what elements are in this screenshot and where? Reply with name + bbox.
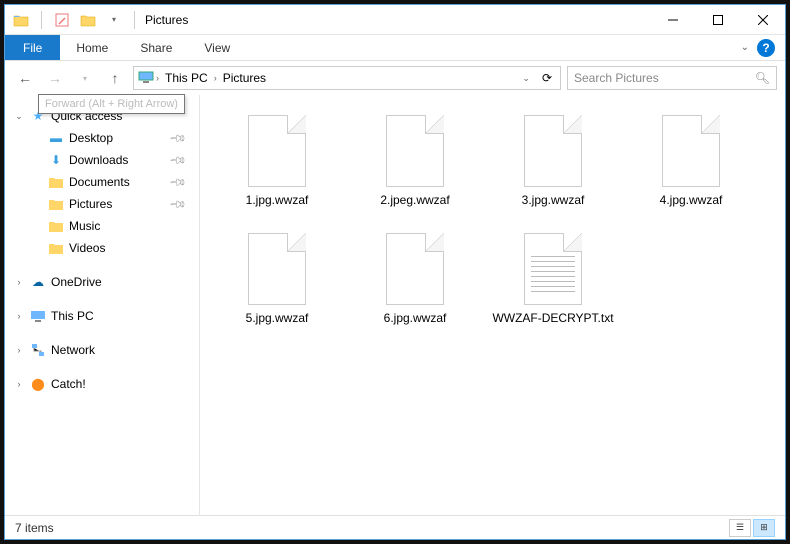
generic-file-icon [386, 233, 444, 305]
desktop-icon: ▬ [47, 130, 65, 146]
file-item[interactable]: 5.jpg.wwzaf [208, 225, 346, 343]
navigation-pane: ⌄★Quick access ▬Desktop📌︎ ⬇Downloads📌︎ D… [5, 95, 200, 515]
generic-file-icon [386, 115, 444, 187]
forward-tooltip: Forward (Alt + Right Arrow) [38, 94, 185, 114]
tree-catch[interactable]: ›⬤Catch! [5, 373, 199, 395]
pc-icon [29, 308, 47, 324]
tab-home[interactable]: Home [60, 35, 124, 60]
address-bar[interactable]: › This PC › Pictures ⌄ ⟳ [133, 66, 561, 90]
videos-icon [47, 240, 65, 256]
view-details-button[interactable]: ☰ [729, 519, 751, 537]
pictures-icon [47, 196, 65, 212]
file-label: 3.jpg.wwzaf [522, 193, 585, 209]
text-file-icon [524, 233, 582, 305]
properties-icon[interactable] [52, 10, 72, 30]
generic-file-icon [524, 115, 582, 187]
generic-file-icon [662, 115, 720, 187]
file-label: 1.jpg.wwzaf [246, 193, 309, 209]
qat-dropdown-icon[interactable]: ▾ [104, 10, 124, 30]
crumb-this-pc[interactable]: This PC [161, 71, 212, 85]
tree-network[interactable]: ›Network [5, 339, 199, 361]
pin-icon: 📌︎ [168, 194, 187, 213]
documents-icon [47, 174, 65, 190]
tree-music[interactable]: Music [5, 215, 199, 237]
address-dropdown-icon[interactable]: ⌄ [520, 73, 532, 84]
crumb-sep[interactable]: › [212, 73, 219, 83]
help-icon[interactable]: ? [757, 39, 775, 57]
pin-icon: 📌︎ [168, 128, 187, 147]
file-label: WWZAF-DECRYPT.txt [492, 311, 613, 327]
refresh-button[interactable]: ⟳ [538, 71, 556, 85]
tree-documents[interactable]: Documents📌︎ [5, 171, 199, 193]
crumb-pictures[interactable]: Pictures [219, 71, 270, 85]
content-area: ⌄★Quick access ▬Desktop📌︎ ⬇Downloads📌︎ D… [5, 95, 785, 515]
minimize-button[interactable] [650, 5, 695, 34]
tab-view[interactable]: View [188, 35, 246, 60]
new-folder-icon[interactable] [78, 10, 98, 30]
address-row: ← → Forward (Alt + Right Arrow) ▾ ↑ › Th… [5, 61, 785, 95]
explorer-app-icon[interactable] [11, 10, 31, 30]
file-item[interactable]: 6.jpg.wwzaf [346, 225, 484, 343]
search-placeholder: Search Pictures [574, 71, 659, 85]
forward-button[interactable]: → Forward (Alt + Right Arrow) [43, 66, 67, 90]
network-icon [29, 342, 47, 358]
maximize-button[interactable] [695, 5, 740, 34]
qat-divider [41, 11, 42, 29]
tree-downloads[interactable]: ⬇Downloads📌︎ [5, 149, 199, 171]
status-bar: 7 items ☰ ⊞ [5, 515, 785, 539]
pin-icon: 📌︎ [168, 150, 187, 169]
music-icon [47, 218, 65, 234]
close-button[interactable] [740, 5, 785, 34]
tree-videos[interactable]: Videos [5, 237, 199, 259]
ribbon: File Home Share View ⌄ ? [5, 35, 785, 61]
downloads-icon: ⬇ [47, 152, 65, 168]
file-item[interactable]: 3.jpg.wwzaf [484, 107, 622, 225]
explorer-window: ▾ Pictures File Home Share View ⌄ ? ← → … [4, 4, 786, 540]
file-label: 4.jpg.wwzaf [660, 193, 723, 209]
tree-pictures[interactable]: Pictures📌︎ [5, 193, 199, 215]
file-label: 5.jpg.wwzaf [246, 311, 309, 327]
generic-file-icon [248, 115, 306, 187]
catch-icon: ⬤ [29, 376, 47, 392]
recent-dropdown[interactable]: ▾ [73, 66, 97, 90]
window-title: Pictures [139, 13, 188, 27]
tab-share[interactable]: Share [124, 35, 188, 60]
generic-file-icon [248, 233, 306, 305]
onedrive-icon: ☁ [29, 274, 47, 290]
title-bar: ▾ Pictures [5, 5, 785, 35]
file-item[interactable]: 4.jpg.wwzaf [622, 107, 760, 225]
crumb-sep[interactable]: › [154, 73, 161, 83]
up-button[interactable]: ↑ [103, 66, 127, 90]
search-icon[interactable]: 🔍︎ [755, 71, 770, 85]
tree-onedrive[interactable]: ›☁OneDrive [5, 271, 199, 293]
address-pc-icon [138, 70, 154, 87]
tab-file[interactable]: File [5, 35, 60, 60]
view-icons-button[interactable]: ⊞ [753, 519, 775, 537]
file-label: 2.jpeg.wwzaf [380, 193, 449, 209]
title-divider [134, 11, 135, 29]
file-item[interactable]: 1.jpg.wwzaf [208, 107, 346, 225]
tree-desktop[interactable]: ▬Desktop📌︎ [5, 127, 199, 149]
back-button[interactable]: ← [13, 66, 37, 90]
ribbon-expand-icon[interactable]: ⌄ [741, 42, 749, 53]
file-item[interactable]: WWZAF-DECRYPT.txt [484, 225, 622, 343]
file-item[interactable]: 2.jpeg.wwzaf [346, 107, 484, 225]
file-label: 6.jpg.wwzaf [384, 311, 447, 327]
files-pane[interactable]: 1.jpg.wwzaf 2.jpeg.wwzaf 3.jpg.wwzaf 4.jpg.… [200, 95, 785, 515]
pin-icon: 📌︎ [168, 172, 187, 191]
status-count: 7 items [15, 521, 54, 535]
tree-this-pc[interactable]: ›This PC [5, 305, 199, 327]
search-input[interactable]: Search Pictures 🔍︎ [567, 66, 777, 90]
